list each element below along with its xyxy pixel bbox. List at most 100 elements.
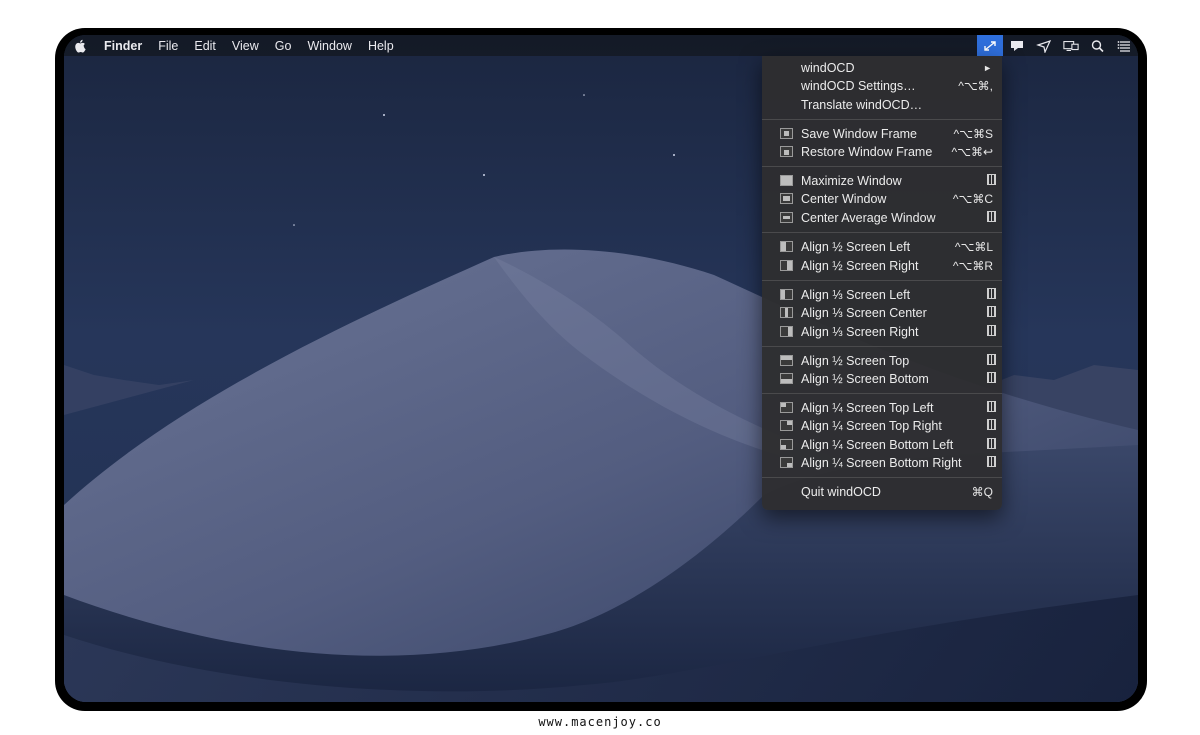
menu-item-align-quarter-bottom-right[interactable]: Align ¼ Screen Bottom Right (762, 454, 1002, 472)
menu-item-center-average-window[interactable]: Center Average Window (762, 209, 1002, 227)
align-half-left-icon (780, 241, 793, 252)
search-icon[interactable] (1085, 35, 1111, 56)
windocd-dropdown-menu: windOCD ► windOCD Settings… ^⌥⌘, Transla… (762, 56, 1002, 510)
keyboard-shortcut-icon (987, 401, 996, 415)
menu-item-label: Align ⅓ Screen Left (801, 288, 911, 302)
window-menu[interactable]: Window (307, 39, 351, 53)
menu-item-label: Translate windOCD… (801, 98, 923, 112)
list-icon[interactable] (1112, 35, 1138, 56)
watermark-text: www.macenjoy.co (538, 715, 662, 729)
display-icon[interactable] (1058, 35, 1084, 56)
desktop-screen: Finder File Edit View Go Window Help win… (64, 35, 1138, 702)
menu-item-shortcut: ^⌥⌘C (952, 192, 993, 206)
menu-item-translate[interactable]: Translate windOCD… (762, 96, 1002, 114)
go-menu[interactable]: Go (275, 39, 292, 53)
menu-item-settings[interactable]: windOCD Settings… ^⌥⌘, (762, 77, 1002, 95)
menu-item-label: Align ½ Screen Top (801, 354, 910, 368)
menu-bar: Finder File Edit View Go Window Help (64, 35, 1138, 56)
view-menu[interactable]: View (232, 39, 259, 53)
device-frame: Finder File Edit View Go Window Help win… (55, 28, 1147, 711)
align-quarter-bottom-left-icon (780, 439, 793, 450)
restore-frame-icon (780, 146, 793, 157)
menu-item-label: Align ½ Screen Bottom (801, 372, 929, 386)
menu-item-label: Align ¼ Screen Top Left (801, 401, 934, 415)
menu-item-label: Align ½ Screen Right (801, 259, 919, 273)
align-half-right-icon (780, 260, 793, 271)
align-third-left-icon (780, 289, 793, 300)
status-area (976, 35, 1138, 56)
menu-item-label: Align ¼ Screen Bottom Left (801, 438, 954, 452)
menu-item-label: Align ¼ Screen Bottom Right (801, 456, 962, 470)
keyboard-shortcut-icon (987, 211, 996, 225)
menu-separator (762, 232, 1002, 233)
menu-item-align-quarter-top-right[interactable]: Align ¼ Screen Top Right (762, 417, 1002, 435)
keyboard-shortcut-icon (987, 325, 996, 339)
menu-item-shortcut: ^⌥⌘L (954, 240, 993, 254)
menu-item-align-half-right[interactable]: Align ½ Screen Right ^⌥⌘R (762, 257, 1002, 275)
menu-separator (762, 166, 1002, 167)
center-window-icon (780, 193, 793, 204)
keyboard-shortcut-icon (987, 456, 996, 470)
align-third-center-icon (780, 307, 793, 318)
menu-separator (762, 119, 1002, 120)
align-quarter-top-right-icon (780, 420, 793, 431)
keyboard-shortcut-icon (987, 419, 996, 433)
menu-item-shortcut: ⌘Q (971, 485, 993, 499)
menu-item-align-third-right[interactable]: Align ⅓ Screen Right (762, 323, 1002, 341)
menu-item-label: windOCD (801, 61, 855, 75)
align-quarter-bottom-right-icon (780, 457, 793, 468)
menu-separator (762, 477, 1002, 478)
menu-item-align-half-bottom[interactable]: Align ½ Screen Bottom (762, 370, 1002, 388)
menu-item-label: Align ⅓ Screen Right (801, 325, 919, 339)
keyboard-shortcut-icon (987, 354, 996, 368)
menu-item-maximize-window[interactable]: Maximize Window (762, 172, 1002, 190)
notification-icon[interactable] (1004, 35, 1030, 56)
menu-item-align-third-center[interactable]: Align ⅓ Screen Center (762, 304, 1002, 322)
menu-item-align-half-left[interactable]: Align ½ Screen Left ^⌥⌘L (762, 238, 1002, 256)
menu-item-windocd[interactable]: windOCD ► (762, 59, 1002, 77)
apple-logo-icon[interactable] (74, 39, 90, 53)
menu-item-label: Align ½ Screen Left (801, 240, 911, 254)
menu-item-shortcut: ^⌥⌘↩ (951, 145, 993, 159)
align-half-bottom-icon (780, 373, 793, 384)
menu-item-align-third-left[interactable]: Align ⅓ Screen Left (762, 286, 1002, 304)
submenu-arrow-icon: ► (983, 63, 992, 73)
menu-item-save-window-frame[interactable]: Save Window Frame ^⌥⌘S (762, 125, 1002, 143)
finder-menu[interactable]: Finder (104, 39, 142, 53)
help-menu[interactable]: Help (368, 39, 394, 53)
menu-item-center-window[interactable]: Center Window ^⌥⌘C (762, 190, 1002, 208)
menu-item-label: Restore Window Frame (801, 145, 933, 159)
align-quarter-top-left-icon (780, 402, 793, 413)
save-frame-icon (780, 128, 793, 139)
menu-item-align-quarter-bottom-left[interactable]: Align ¼ Screen Bottom Left (762, 436, 1002, 454)
menu-item-align-half-top[interactable]: Align ½ Screen Top (762, 352, 1002, 370)
keyboard-shortcut-icon (987, 438, 996, 452)
menu-item-label: Align ⅓ Screen Center (801, 306, 927, 320)
menu-item-align-quarter-top-left[interactable]: Align ¼ Screen Top Left (762, 399, 1002, 417)
keyboard-shortcut-icon (987, 372, 996, 386)
menu-item-label: Center Window (801, 192, 887, 206)
menu-item-label: Save Window Frame (801, 127, 918, 141)
menu-item-label: Center Average Window (801, 211, 936, 225)
menu-item-label: Align ¼ Screen Top Right (801, 419, 942, 433)
menu-separator (762, 280, 1002, 281)
keyboard-shortcut-icon (987, 174, 996, 188)
menu-separator (762, 393, 1002, 394)
menu-item-shortcut: ^⌥⌘R (952, 259, 993, 273)
menu-item-restore-window-frame[interactable]: Restore Window Frame ^⌥⌘↩ (762, 143, 1002, 161)
windocd-icon[interactable] (977, 35, 1003, 56)
keyboard-shortcut-icon (987, 288, 996, 302)
menu-separator (762, 346, 1002, 347)
keyboard-shortcut-icon (987, 306, 996, 320)
align-third-right-icon (780, 326, 793, 337)
file-menu[interactable]: File (158, 39, 178, 53)
send-icon[interactable] (1031, 35, 1057, 56)
menu-item-label: Quit windOCD (801, 485, 881, 499)
center-average-icon (780, 212, 793, 223)
menu-item-shortcut: ^⌥⌘, (958, 79, 993, 93)
edit-menu[interactable]: Edit (194, 39, 216, 53)
menu-item-label: windOCD Settings… (801, 79, 916, 93)
menu-item-shortcut: ^⌥⌘S (953, 127, 993, 141)
menu-item-label: Maximize Window (801, 174, 902, 188)
menu-item-quit[interactable]: Quit windOCD ⌘Q (762, 483, 1002, 501)
